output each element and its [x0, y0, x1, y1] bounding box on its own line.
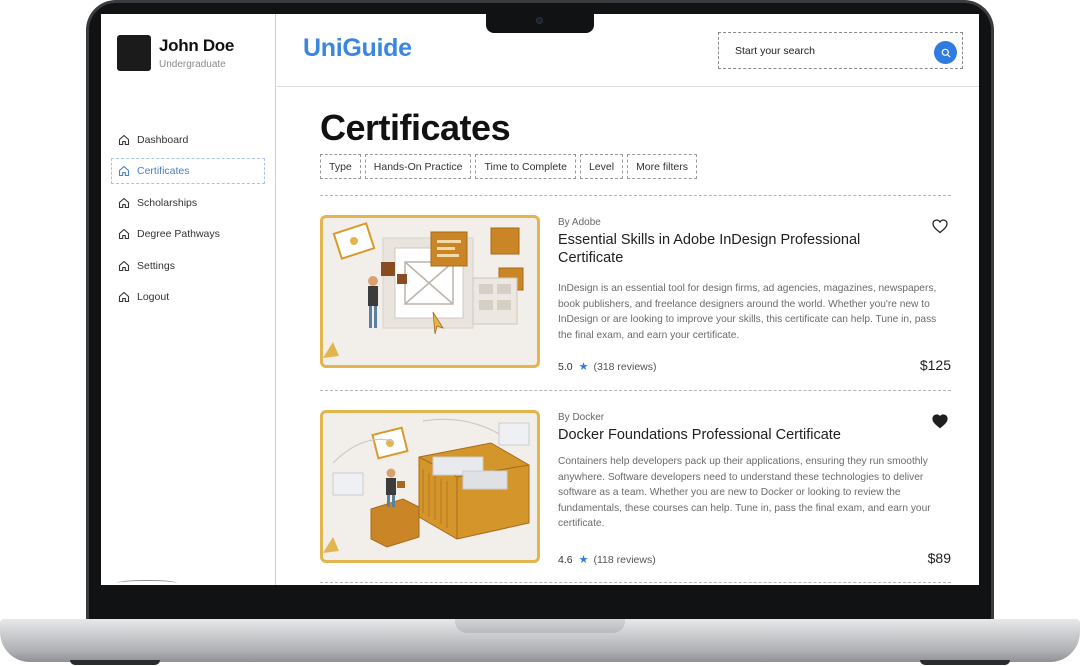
indesign-illustration-icon: [323, 222, 524, 358]
sidebar-item-degree-pathways[interactable]: Degree Pathways: [111, 221, 265, 247]
divider: [320, 390, 951, 391]
filter-time-to-complete[interactable]: Time to Complete: [475, 154, 576, 179]
course-thumbnail: [320, 410, 540, 563]
sidebar-nav: Dashboard Certificates Scholarships Degr…: [111, 127, 265, 315]
review-count: (118 reviews): [593, 553, 656, 566]
laptop-foot-right: [920, 660, 1010, 665]
search-button[interactable]: [934, 41, 957, 64]
home-icon: [118, 166, 130, 177]
star-icon: ★: [578, 554, 589, 566]
home-icon: [118, 291, 130, 303]
course-provider: By Docker: [558, 412, 605, 423]
sidebar-item-label: Certificates: [137, 165, 190, 178]
rating-value: 5.0: [558, 360, 573, 373]
camera-icon: [536, 17, 543, 24]
heart-filled-icon[interactable]: [932, 414, 948, 429]
filter-level[interactable]: Level: [579, 154, 624, 179]
sidebar-item-dashboard[interactable]: Dashboard: [111, 127, 265, 153]
course-price: $125: [919, 357, 951, 373]
filter-type[interactable]: Type: [320, 154, 361, 179]
docker-illustration-icon: [323, 418, 530, 553]
sidebar-item-label: Scholarships: [137, 196, 198, 209]
avatar[interactable]: [117, 35, 151, 71]
divider: [320, 195, 951, 196]
filter-hands-on-practice[interactable]: Hands-On Practice: [364, 154, 472, 179]
sidebar-item-label: Settings: [137, 259, 175, 272]
filter-bar: Type Hands-On Practice Time to Complete …: [320, 154, 697, 179]
search-icon: [941, 48, 950, 57]
heart-icon[interactable]: [932, 219, 948, 234]
filter-more-filters[interactable]: More filters: [627, 154, 697, 179]
user-role: Undergraduate: [159, 59, 226, 70]
star-icon: ★: [578, 361, 589, 373]
laptop-foot-left: [70, 660, 160, 665]
sidebar-bottom-item: [117, 580, 177, 585]
sidebar-item-certificates[interactable]: Certificates: [111, 158, 265, 185]
camera-notch: [486, 12, 594, 33]
rating-value: 4.6: [558, 553, 573, 566]
search-input[interactable]: [735, 44, 915, 57]
course-card[interactable]: By Docker Docker Foundations Professiona…: [320, 410, 951, 567]
sidebar-item-label: Dashboard: [137, 134, 189, 146]
course-thumbnail: [320, 215, 540, 368]
home-icon: [118, 197, 130, 208]
divider: [320, 582, 951, 583]
course-rating: 4.6 ★ (118 reviews): [558, 553, 656, 567]
course-rating: 5.0 ★ (318 reviews): [558, 360, 657, 374]
review-count: (318 reviews): [593, 360, 657, 373]
sidebar-item-settings[interactable]: Settings: [111, 253, 265, 279]
course-description: InDesign is an essential tool for design…: [558, 283, 937, 341]
sidebar-item-label: Logout: [137, 290, 170, 303]
sidebar-item-logout[interactable]: Logout: [111, 284, 265, 310]
user-name: John Doe: [159, 36, 235, 55]
home-icon: [118, 134, 130, 146]
app-logo[interactable]: UniGuide: [303, 34, 412, 63]
home-icon: [118, 260, 130, 271]
course-price: $89: [927, 550, 951, 566]
course-title[interactable]: Essential Skills in Adobe InDesign Profe…: [558, 231, 898, 267]
laptop-base: [0, 619, 1080, 662]
home-icon: [118, 229, 130, 240]
course-description: Containers help developers pack up their…: [558, 456, 931, 529]
app-screen: John Doe Undergraduate Dashboard Certifi…: [101, 14, 979, 585]
search-box: [718, 32, 963, 69]
course-provider: By Adobe: [558, 217, 601, 228]
top-bar: UniGuide: [277, 14, 979, 87]
sidebar-item-scholarships[interactable]: Scholarships: [111, 190, 265, 216]
laptop-base-lip: [455, 619, 625, 633]
page-title: Certificates: [320, 107, 511, 148]
course-title[interactable]: Docker Foundations Professional Certific…: [558, 426, 898, 444]
sidebar: John Doe Undergraduate Dashboard Certifi…: [101, 14, 276, 585]
sidebar-item-label: Degree Pathways: [137, 228, 220, 241]
course-card[interactable]: By Adobe Essential Skills in Adobe InDes…: [320, 215, 951, 374]
